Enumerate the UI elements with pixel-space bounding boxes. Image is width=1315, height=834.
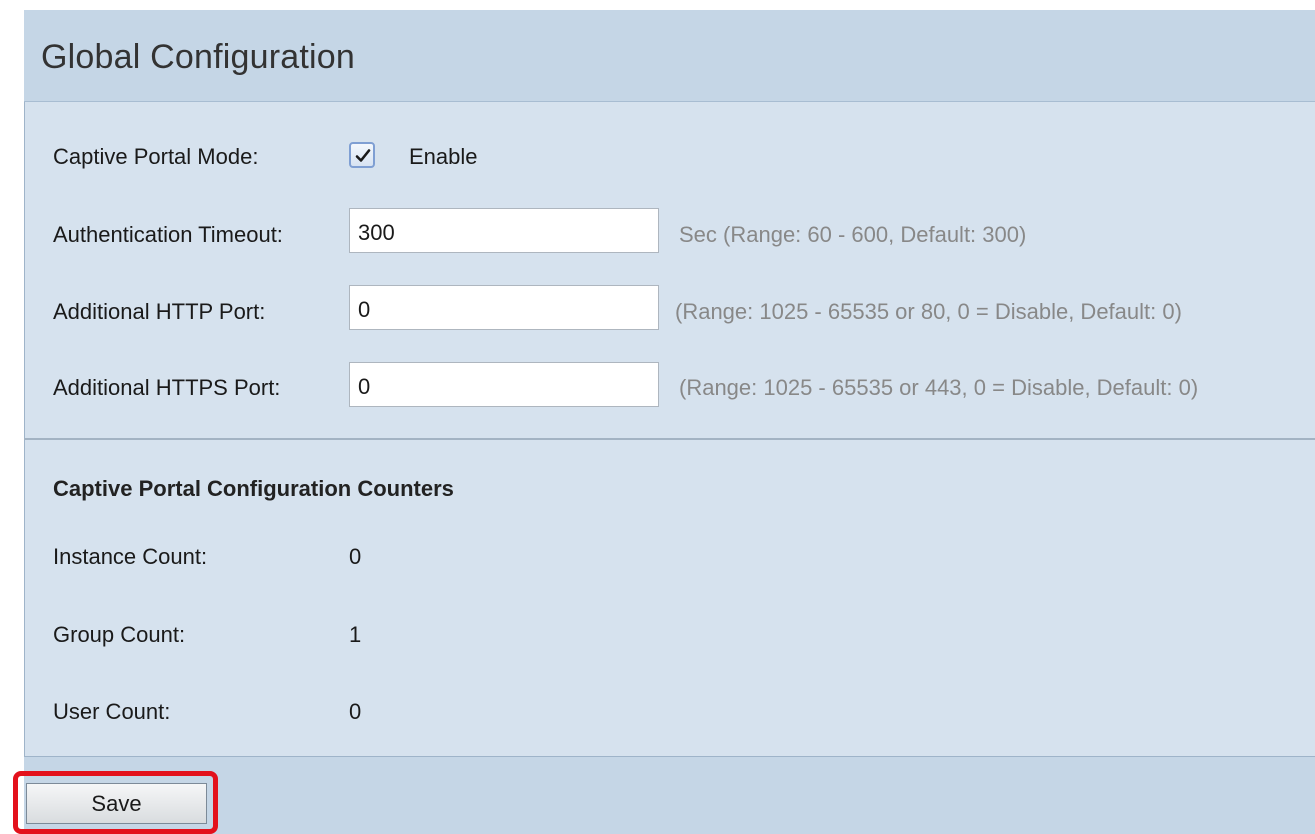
group-count-value: 1 xyxy=(349,622,362,647)
user-count-value: 0 xyxy=(349,699,362,724)
authentication-timeout-label: Authentication Timeout: xyxy=(53,222,283,247)
https-port-input[interactable] xyxy=(349,362,659,407)
authentication-timeout-hint: Sec (Range: 60 - 600, Default: 300) xyxy=(679,222,1027,247)
page-frame: Global Configuration Captive Portal Mode… xyxy=(0,0,1315,834)
https-port-hint: (Range: 1025 - 65535 or 443, 0 = Disable… xyxy=(679,375,1199,400)
checkmark-icon xyxy=(355,149,371,162)
http-port-input[interactable] xyxy=(349,285,659,330)
section-divider xyxy=(24,438,1315,440)
page-title: Global Configuration xyxy=(41,38,355,76)
save-button[interactable]: Save xyxy=(26,783,207,824)
captive-portal-mode-checkbox[interactable] xyxy=(349,142,375,168)
config-panel xyxy=(24,102,1315,757)
instance-count-value: 0 xyxy=(349,544,362,569)
title-bar: Global Configuration xyxy=(24,10,1315,102)
http-port-label: Additional HTTP Port: xyxy=(53,299,266,324)
https-port-label: Additional HTTPS Port: xyxy=(53,375,281,400)
http-port-hint: (Range: 1025 - 65535 or 80, 0 = Disable,… xyxy=(675,299,1182,324)
group-count-label: Group Count: xyxy=(53,622,186,647)
authentication-timeout-input[interactable] xyxy=(349,208,659,253)
instance-count-label: Instance Count: xyxy=(53,544,208,569)
captive-portal-mode-label: Captive Portal Mode: xyxy=(53,144,259,169)
user-count-label: User Count: xyxy=(53,699,171,724)
counters-section-title: Captive Portal Configuration Counters xyxy=(53,476,454,501)
enable-label: Enable xyxy=(409,144,478,169)
